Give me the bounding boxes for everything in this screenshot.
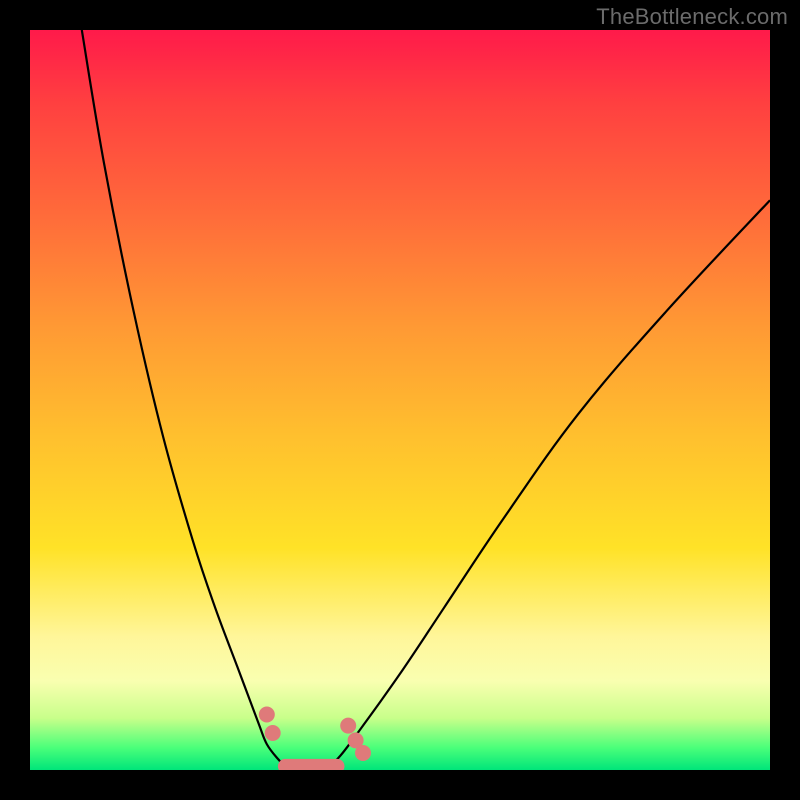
curve-layer bbox=[30, 30, 770, 770]
chart-frame: TheBottleneck.com bbox=[0, 0, 800, 800]
plot-area bbox=[30, 30, 770, 770]
marker-point bbox=[340, 718, 356, 734]
curve-right-curve bbox=[326, 200, 770, 770]
marker-point bbox=[259, 707, 275, 723]
marker-point bbox=[355, 745, 371, 761]
marker-point bbox=[265, 725, 281, 741]
bottom-marker-bar bbox=[278, 759, 345, 770]
watermark-text: TheBottleneck.com bbox=[596, 4, 788, 30]
curve-left-curve bbox=[82, 30, 289, 770]
